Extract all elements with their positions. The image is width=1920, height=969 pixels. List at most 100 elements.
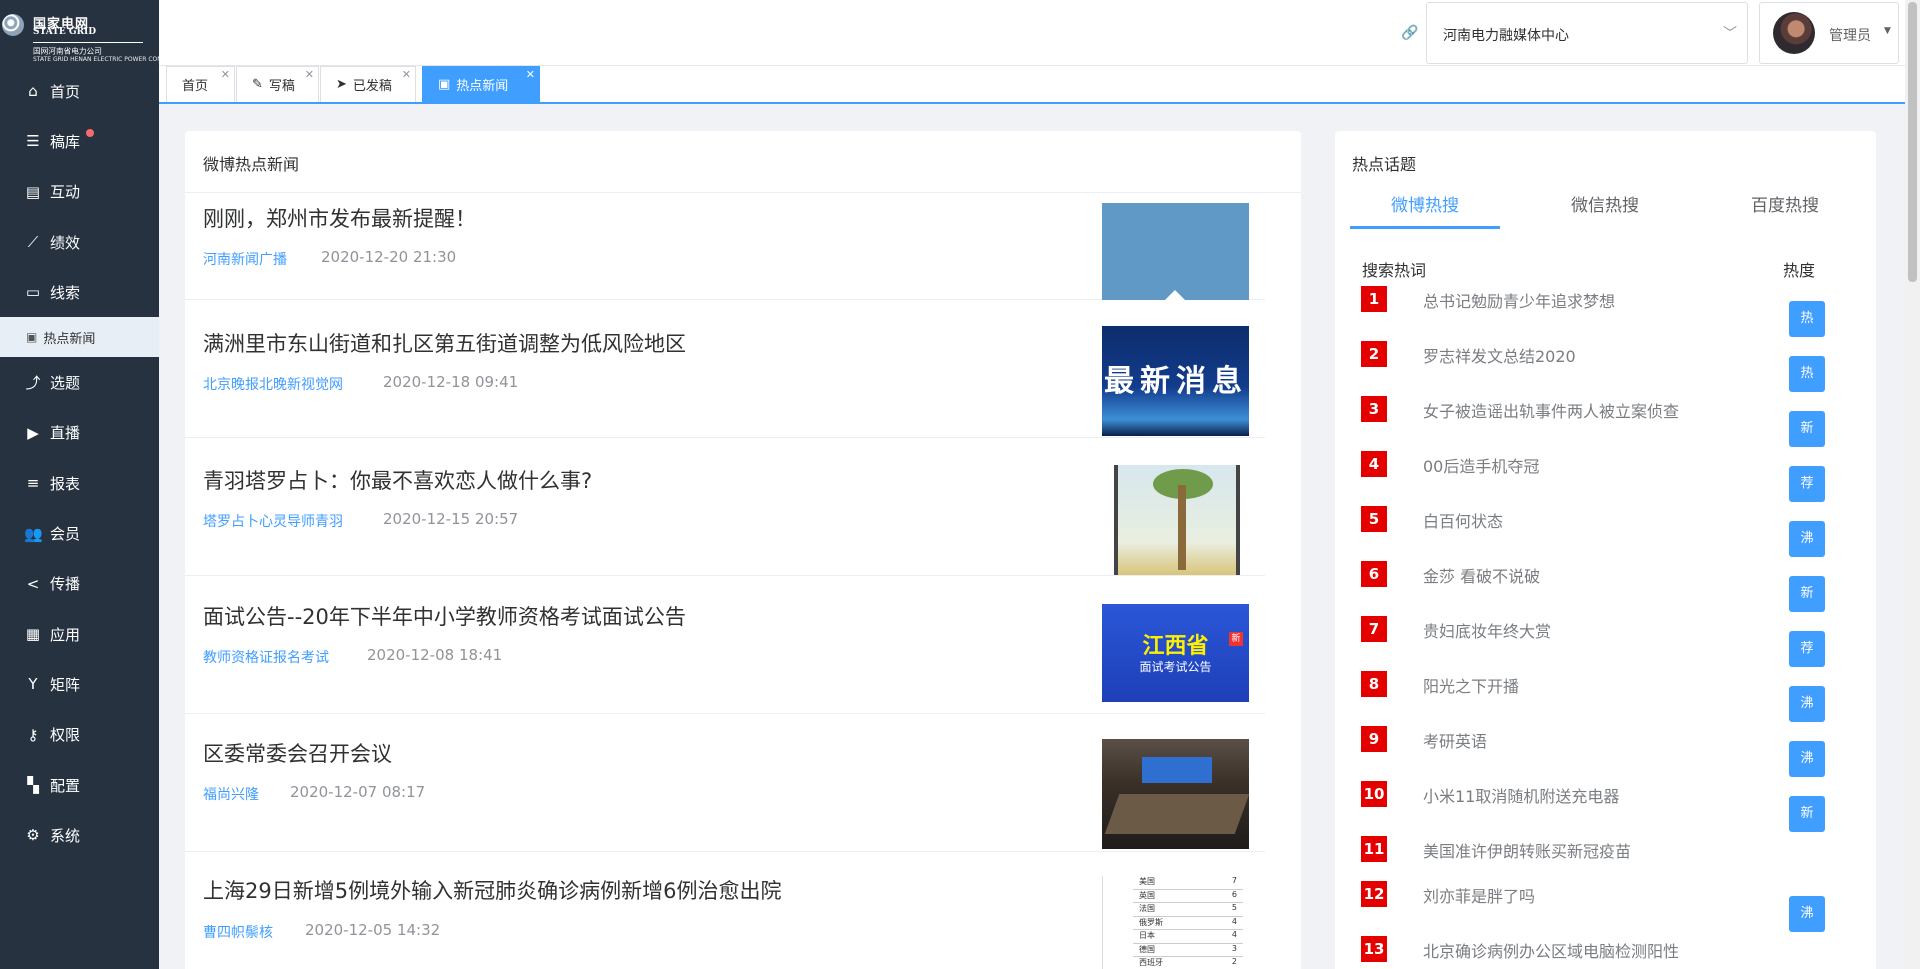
sidebar-item-members[interactable]: 👥 会员 (0, 508, 159, 558)
news-thumbnail[interactable]: 美国 7 英国 6 法国 5 俄罗斯 4 日本 4 德国 3 西班牙 2 (1102, 876, 1249, 969)
sidebar-item-permissions[interactable]: ⚷ 权限 (0, 710, 159, 760)
sidebar-item-label: 互动 (50, 183, 81, 202)
close-icon[interactable]: ✕ (221, 68, 230, 81)
sidebar-item-hot-news[interactable]: ▣ 热点新闻 (0, 317, 159, 358)
table-cell: 4 (1231, 916, 1237, 926)
news-thumbnail[interactable] (1102, 739, 1249, 849)
video-icon: ▶ (27, 423, 39, 442)
close-icon[interactable]: ✕ (402, 68, 411, 81)
tab-wechat-hot[interactable]: 微信热搜 (1530, 191, 1680, 229)
sidebar-item-performance[interactable]: ⟋ 绩效 (0, 217, 159, 267)
page-scrollbar[interactable] (1905, 0, 1920, 969)
sidebar-item-spread[interactable]: < 传播 (0, 559, 159, 609)
hot-keyword[interactable]: 金莎 看破不说破 (1423, 563, 1540, 587)
hot-keyword[interactable]: 北京确诊病例办公区域电脑检测阳性 (1423, 938, 1679, 962)
close-icon[interactable]: ✕ (305, 68, 314, 81)
hot-list-item[interactable]: 10 小米11取消随机附送充电器新 (1361, 781, 1831, 836)
news-title[interactable]: 面试公告--20年下半年中小学教师资格考试面试公告 (203, 601, 686, 631)
hot-list-item[interactable]: 1 总书记勉励青少年追求梦想热 (1361, 286, 1831, 341)
news-thumbnail[interactable] (1102, 465, 1249, 575)
hot-list-item[interactable]: 4 00后造手机夺冠荐 (1361, 451, 1831, 506)
hot-list-item[interactable]: 9 考研英语沸 (1361, 726, 1831, 781)
news-item[interactable]: 青羽塔罗占卜：你最不喜欢恋人做什么事? 塔罗占卜心灵导师青羽 2020-12-1… (185, 438, 1265, 576)
rank-badge: 2 (1361, 341, 1387, 367)
hot-list-item[interactable]: 6 金莎 看破不说破新 (1361, 561, 1831, 616)
sidebar-item-clues[interactable]: ▭ 线索 (0, 267, 159, 317)
tab-weibo-hot[interactable]: 微博热搜 (1350, 191, 1500, 229)
sidebar-item-matrix[interactable]: Y 矩阵 (0, 659, 159, 709)
hot-list-item[interactable]: 5 白百何状态沸 (1361, 506, 1831, 561)
news-time: 2020-12-07 08:17 (290, 783, 426, 801)
hot-keyword[interactable]: 总书记勉励青少年追求梦想 (1423, 288, 1615, 312)
hot-keyword[interactable]: 阳光之下开播 (1423, 673, 1519, 697)
news-thumbnail[interactable]: 江西省 面试考试公告 新 (1102, 604, 1249, 702)
sidebar-item-home[interactable]: ⌂ 首页 (0, 66, 159, 116)
hot-list-item[interactable]: 7 贵妇底妆年终大赏荐 (1361, 616, 1831, 671)
hot-keyword[interactable]: 贵妇底妆年终大赏 (1423, 618, 1551, 642)
rank-badge: 12 (1361, 881, 1387, 907)
news-item[interactable]: 区委常委会召开会议 福尚兴隆 2020-12-07 08:17 (185, 714, 1265, 852)
table-cell: 2 (1231, 957, 1237, 966)
close-icon[interactable]: ✕ (526, 68, 535, 81)
hot-keyword[interactable]: 美国准许伊朗转账买新冠疫苗 (1423, 838, 1631, 862)
sidebar-item-config[interactable]: ▚ 配置 (0, 760, 159, 810)
tab-hot-news[interactable]: ▣ 热点新闻 ✕ (422, 66, 540, 102)
thumbnail-heading: 江西省 (1142, 634, 1209, 659)
heat-tag: 沸 (1789, 896, 1825, 932)
table-row: 法国 5 (1133, 903, 1243, 917)
news-title[interactable]: 上海29日新增5例境外输入新冠肺炎确诊病例新增6例治愈出院 (203, 875, 781, 905)
news-title[interactable]: 区委常委会召开会议 (203, 738, 392, 768)
logo-subtitle-en: STATE GRID HENAN ELECTRIC POWER COMPANY (33, 56, 178, 63)
news-title[interactable]: 青羽塔罗占卜：你最不喜欢恋人做什么事? (203, 465, 592, 495)
user-menu[interactable]: 管理员 ▼ (1759, 2, 1899, 64)
hot-list-item[interactable]: 12 刘亦菲是胖了吗沸 (1361, 881, 1831, 936)
hot-list-item[interactable]: 13 北京确诊病例办公区域电脑检测阳性 (1361, 936, 1831, 969)
news-source[interactable]: 河南新闻广播 (203, 249, 287, 269)
hot-list-item[interactable]: 11 美国准许伊朗转账买新冠疫苗 (1361, 836, 1831, 871)
sidebar-item-library[interactable]: ☰ 稿库 (0, 116, 159, 166)
news-source[interactable]: 塔罗占卜心灵导师青羽 (203, 511, 343, 531)
avatar[interactable] (1773, 12, 1815, 54)
heat-tag: 荐 (1789, 466, 1825, 502)
news-thumbnail[interactable] (1102, 203, 1249, 300)
sidebar-item-reports[interactable]: ≡ 报表 (0, 458, 159, 508)
link-icon[interactable]: 🔗 (1401, 25, 1418, 41)
news-source[interactable]: 福尚兴隆 (203, 784, 259, 804)
tab-published[interactable]: ➤ 已发稿 ✕ (320, 66, 416, 102)
news-title[interactable]: 满洲里市东山街道和扎区第五街道调整为低风险地区 (203, 328, 686, 358)
sidebar-item-interaction[interactable]: ▤ 互动 (0, 167, 159, 217)
hot-list-item[interactable]: 3 女子被造谣出轨事件两人被立案侦查新 (1361, 396, 1831, 451)
tab-home[interactable]: 首页 ✕ (166, 66, 235, 102)
hot-keyword[interactable]: 刘亦菲是胖了吗 (1423, 883, 1535, 907)
sidebar-item-apps[interactable]: ▦ 应用 (0, 609, 159, 659)
news-item[interactable]: 上海29日新增5例境外输入新冠肺炎确诊病例新增6例治愈出院 曹四帜鬃核 2020… (185, 852, 1265, 969)
sidebar-item-topics[interactable]: ⤴ 选题 (0, 357, 159, 407)
sidebar-item-system[interactable]: ⚙ 系统 (0, 810, 159, 860)
tab-baidu-hot[interactable]: 百度热搜 (1710, 191, 1860, 229)
news-source[interactable]: 曹四帜鬃核 (203, 922, 273, 942)
news-source[interactable]: 教师资格证报名考试 (203, 647, 329, 667)
hot-keyword[interactable]: 考研英语 (1423, 728, 1487, 752)
news-item[interactable]: 面试公告--20年下半年中小学教师资格考试面试公告 教师资格证报名考试 2020… (185, 576, 1265, 714)
card-title: 微博热点新闻 (203, 155, 300, 174)
hot-keyword[interactable]: 罗志祥发文总结2020 (1423, 343, 1576, 367)
site-select[interactable]: 河南电力融媒体中心 ﹀ (1426, 2, 1748, 64)
sidebar-item-live[interactable]: ▶ 直播 (0, 408, 159, 458)
news-item[interactable]: 满洲里市东山街道和扎区第五街道调整为低风险地区 北京晚报北晚新视觉网 2020-… (185, 300, 1265, 438)
news-source[interactable]: 北京晚报北晚新视觉网 (203, 374, 343, 394)
thumbnail-subheading: 面试考试公告 (1139, 660, 1212, 674)
thumbnail-notch (1165, 290, 1185, 300)
news-item[interactable]: 刚刚，郑州市发布最新提醒！ 河南新闻广播 2020-12-20 21:30 (185, 193, 1265, 300)
hot-list-item[interactable]: 2 罗志祥发文总结2020 热 (1361, 341, 1831, 396)
sidebar-item-label: 报表 (50, 474, 81, 493)
hot-keyword[interactable]: 女子被造谣出轨事件两人被立案侦查 (1423, 398, 1679, 422)
sidebar-nav: ⌂ 首页 ☰ 稿库 ▤ 互动 ⟋ 绩效 ▭ 线索 ▣ 热点新闻 ⤴ 选题 ▶ 直播 ≡ 报表 👥 会… (0, 66, 159, 860)
news-title[interactable]: 刚刚，郑州市发布最新提醒！ (203, 203, 476, 233)
hot-keyword[interactable]: 小米11取消随机附送充电器 (1423, 783, 1619, 807)
news-thumbnail[interactable]: 最新消息 (1102, 326, 1249, 436)
tab-write[interactable]: ✎ 写稿 ✕ (236, 66, 319, 102)
hot-keyword[interactable]: 白百何状态 (1423, 508, 1503, 532)
scrollbar-thumb[interactable] (1908, 2, 1917, 282)
hot-keyword[interactable]: 00后造手机夺冠 (1423, 453, 1539, 477)
hot-list-item[interactable]: 8 阳光之下开播沸 (1361, 671, 1831, 726)
